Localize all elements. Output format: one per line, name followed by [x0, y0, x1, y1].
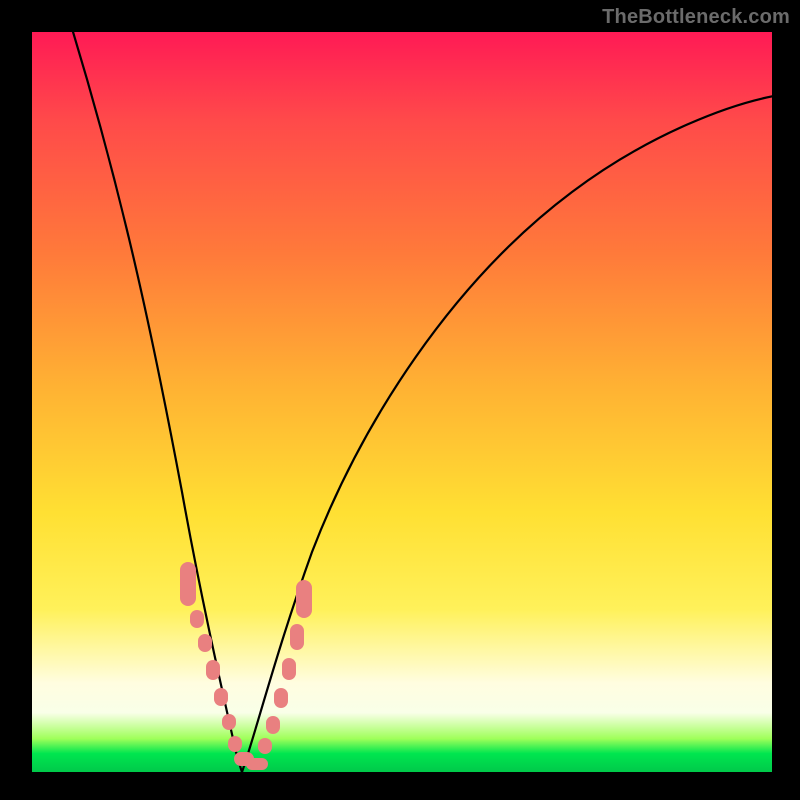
marker: [190, 610, 204, 628]
marker: [282, 658, 296, 680]
marker: [214, 688, 228, 706]
marker: [274, 688, 288, 708]
marker: [246, 758, 268, 770]
marker: [206, 660, 220, 680]
curve-layer: [32, 32, 772, 772]
marker: [222, 714, 236, 730]
watermark-text: TheBottleneck.com: [602, 6, 790, 29]
marker: [180, 562, 196, 606]
marker: [258, 738, 272, 754]
plot-area: [32, 32, 772, 772]
curve-right-branch: [242, 96, 772, 772]
chart-frame: TheBottleneck.com: [0, 0, 800, 800]
marker: [266, 716, 280, 734]
marker: [228, 736, 242, 752]
marker-group: [180, 562, 312, 770]
marker: [296, 580, 312, 618]
marker: [290, 624, 304, 650]
marker: [198, 634, 212, 652]
